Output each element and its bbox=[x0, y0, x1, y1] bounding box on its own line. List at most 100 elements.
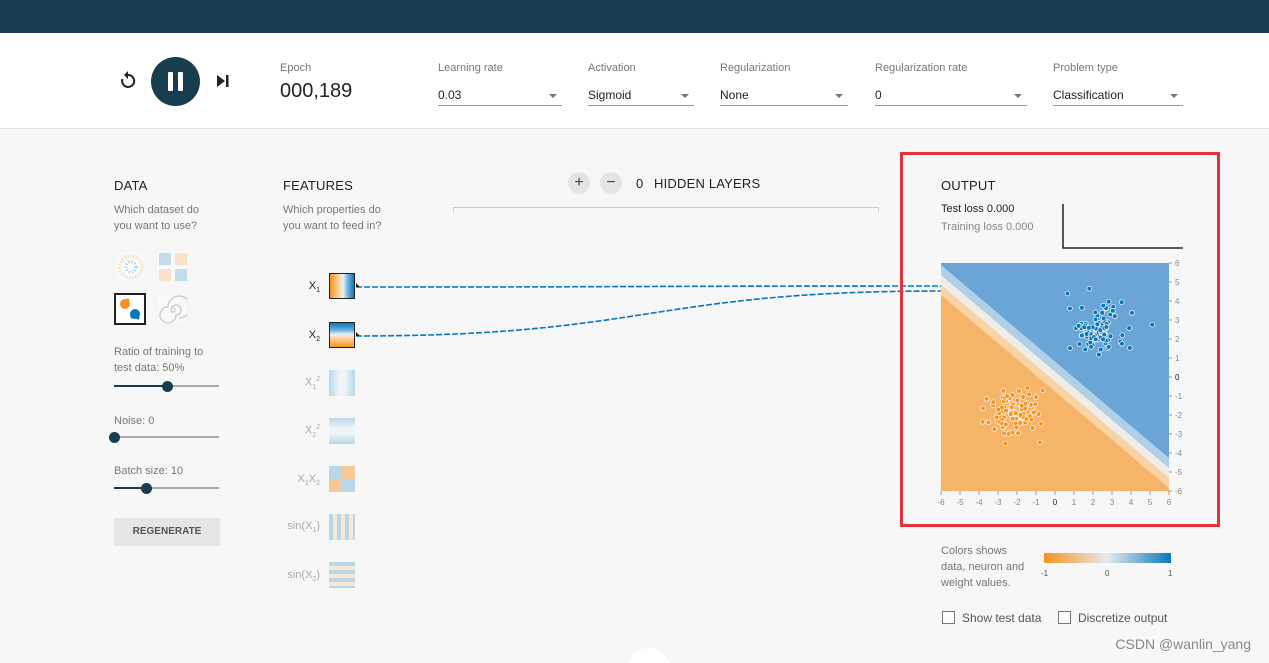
link-x1-output[interactable] bbox=[355, 285, 942, 288]
add-layer-button[interactable]: + bbox=[568, 172, 590, 194]
remove-layer-button[interactable]: − bbox=[600, 172, 622, 194]
x-tick-label: 0 bbox=[1053, 498, 1058, 507]
x-tick-label: 4 bbox=[1129, 498, 1134, 507]
positive-data-point bbox=[1129, 310, 1135, 316]
positive-data-point bbox=[1079, 305, 1085, 311]
negative-data-point bbox=[1038, 421, 1044, 427]
positive-data-point bbox=[1083, 331, 1090, 337]
positive-data-point bbox=[1092, 316, 1099, 323]
positive-data-point bbox=[1099, 310, 1105, 316]
positive-data-point bbox=[1086, 325, 1092, 331]
test-loss: Test loss 0.000 bbox=[941, 203, 1015, 215]
positive-data-point bbox=[1100, 302, 1107, 309]
output-title: OUTPUT bbox=[941, 178, 996, 193]
negative-data-point bbox=[995, 406, 1002, 413]
negative-data-point bbox=[991, 426, 998, 432]
x-tick-label: -6 bbox=[937, 498, 945, 507]
hidden-layers-label: HIDDEN LAYERS bbox=[654, 176, 761, 191]
negative-data-point bbox=[1013, 410, 1019, 416]
y-tick-label: -4 bbox=[1175, 449, 1183, 458]
x-tick-label: 3 bbox=[1110, 498, 1115, 507]
positive-data-point bbox=[1100, 336, 1106, 343]
positive-data-point bbox=[1064, 290, 1071, 297]
positive-data-point bbox=[1097, 327, 1103, 333]
negative-data-point bbox=[1035, 411, 1042, 417]
negative-data-point bbox=[1009, 392, 1016, 398]
positive-data-point bbox=[1112, 313, 1118, 319]
y-tick-label: -2 bbox=[1175, 411, 1183, 420]
legend-mid: 0 bbox=[1105, 569, 1110, 578]
x-tick-label: -2 bbox=[1013, 498, 1021, 507]
y-tick-label: 1 bbox=[1175, 354, 1180, 363]
positive-data-point bbox=[1127, 345, 1133, 351]
link-x2-output[interactable] bbox=[355, 290, 942, 337]
negative-data-point bbox=[1004, 393, 1010, 399]
x-tick-label: 6 bbox=[1167, 498, 1172, 507]
negative-data-point bbox=[1000, 388, 1007, 394]
negative-data-point bbox=[1009, 416, 1016, 422]
positive-data-point bbox=[1067, 305, 1073, 312]
positive-data-point bbox=[1092, 309, 1099, 316]
positive-data-point bbox=[1119, 340, 1125, 347]
positive-data-point bbox=[1097, 346, 1104, 353]
negative-data-point bbox=[990, 399, 996, 405]
discretize-output-label: Discretize output bbox=[1078, 611, 1168, 625]
x-tick-label: -5 bbox=[956, 498, 964, 507]
negative-data-point bbox=[980, 405, 986, 412]
negative-data-point bbox=[985, 419, 992, 425]
positive-data-point bbox=[1076, 341, 1083, 347]
negative-data-point bbox=[1026, 391, 1032, 398]
watermark: CSDN @wanlin_yang bbox=[1115, 636, 1251, 652]
negative-data-point bbox=[1028, 416, 1035, 423]
negative-data-point bbox=[1031, 409, 1037, 416]
training-loss: Training loss 0.000 bbox=[941, 221, 1034, 233]
positive-data-point bbox=[1082, 346, 1088, 353]
negative-data-point bbox=[1033, 394, 1039, 400]
positive-data-point bbox=[1086, 285, 1093, 292]
negative-data-point bbox=[1032, 401, 1038, 408]
negative-data-point bbox=[1003, 421, 1009, 428]
negative-data-point bbox=[1009, 404, 1015, 410]
positive-data-point bbox=[1105, 344, 1112, 350]
x-tick-label: 1 bbox=[1072, 498, 1077, 507]
y-tick-label: 4 bbox=[1175, 297, 1180, 306]
positive-data-point bbox=[1109, 308, 1116, 314]
positive-data-point bbox=[1105, 298, 1112, 305]
x-tick-label: -3 bbox=[994, 498, 1002, 507]
positive-data-point bbox=[1067, 345, 1073, 351]
y-tick-label: 6 bbox=[1175, 259, 1180, 268]
positive-data-point bbox=[1118, 299, 1125, 305]
positive-data-point bbox=[1126, 325, 1132, 331]
y-tick-label: -5 bbox=[1175, 468, 1183, 477]
x-tick-label: 5 bbox=[1148, 498, 1153, 507]
negative-data-point bbox=[1002, 440, 1009, 447]
negative-data-point bbox=[1029, 425, 1036, 431]
positive-data-point bbox=[1119, 332, 1126, 338]
negative-data-point bbox=[1014, 397, 1021, 404]
positive-data-point bbox=[1094, 321, 1101, 328]
discretize-output-checkbox[interactable] bbox=[1058, 611, 1071, 624]
color-scale-bar bbox=[1044, 553, 1171, 563]
hidden-layer-count: 0 bbox=[636, 176, 644, 191]
negative-data-point bbox=[1039, 387, 1046, 394]
show-test-data-label: Show test data bbox=[962, 611, 1042, 625]
legend-max: 1 bbox=[1168, 569, 1173, 578]
y-tick-label: 2 bbox=[1175, 335, 1180, 344]
negative-data-point bbox=[1020, 394, 1026, 400]
negative-data-point bbox=[1013, 424, 1020, 431]
y-tick-label: 5 bbox=[1175, 278, 1180, 287]
negative-data-point bbox=[1037, 439, 1043, 446]
color-legend-text: Colors shows data, neuron and weight val… bbox=[941, 545, 1025, 589]
negative-data-point bbox=[1005, 431, 1012, 437]
negative-data-point bbox=[983, 396, 990, 402]
show-test-data-checkbox[interactable] bbox=[942, 611, 955, 624]
hidden-layers-bracket bbox=[453, 207, 879, 212]
x-tick-label: 2 bbox=[1091, 498, 1096, 507]
positive-data-point bbox=[1088, 344, 1094, 350]
output-heatmap: 6 5 4 3 2 1 0 -1 -2 -3 -4 -5 -6 -6 -5 -4 -3 -2 -1 0 1 2 3 4 5 6 bbox=[937, 259, 1183, 507]
negative-data-point bbox=[1018, 403, 1025, 409]
x-tick-label: -4 bbox=[975, 498, 983, 507]
negative-data-point bbox=[1015, 430, 1021, 437]
loss-chart bbox=[1062, 204, 1183, 249]
positive-data-point bbox=[1103, 324, 1110, 330]
